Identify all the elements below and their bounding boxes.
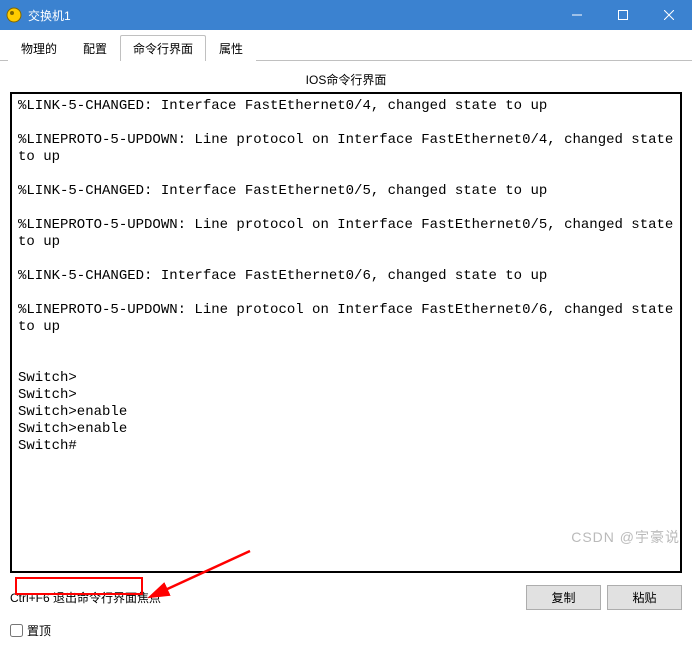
title-bar: 交换机1 — [0, 0, 692, 30]
tab-cli[interactable]: 命令行界面 — [120, 35, 206, 61]
maximize-button[interactable] — [600, 0, 646, 30]
window-title: 交换机1 — [28, 7, 554, 24]
always-on-top-row: 置顶 — [0, 618, 692, 643]
window-controls — [554, 0, 692, 30]
terminal-container — [10, 92, 682, 573]
copy-button[interactable]: 复制 — [526, 585, 601, 610]
close-button[interactable] — [646, 0, 692, 30]
tab-physical[interactable]: 物理的 — [8, 35, 70, 61]
content-area: IOS命令行界面 CSDN @宇豪说 — [0, 61, 692, 579]
tab-attributes[interactable]: 属性 — [206, 35, 256, 61]
focus-hint: Ctrl+F6 退出命令行界面焦点 — [10, 589, 520, 606]
minimize-button[interactable] — [554, 0, 600, 30]
always-on-top-checkbox[interactable] — [10, 624, 23, 637]
tab-config[interactable]: 配置 — [70, 35, 120, 61]
app-icon — [6, 7, 22, 23]
cli-terminal[interactable] — [14, 96, 678, 566]
paste-button[interactable]: 粘贴 — [607, 585, 682, 610]
tab-bar: 物理的 配置 命令行界面 属性 — [0, 30, 692, 61]
cli-heading: IOS命令行界面 — [10, 69, 682, 92]
always-on-top-label: 置顶 — [27, 622, 51, 639]
footer-row: Ctrl+F6 退出命令行界面焦点 复制 粘贴 — [0, 579, 692, 618]
